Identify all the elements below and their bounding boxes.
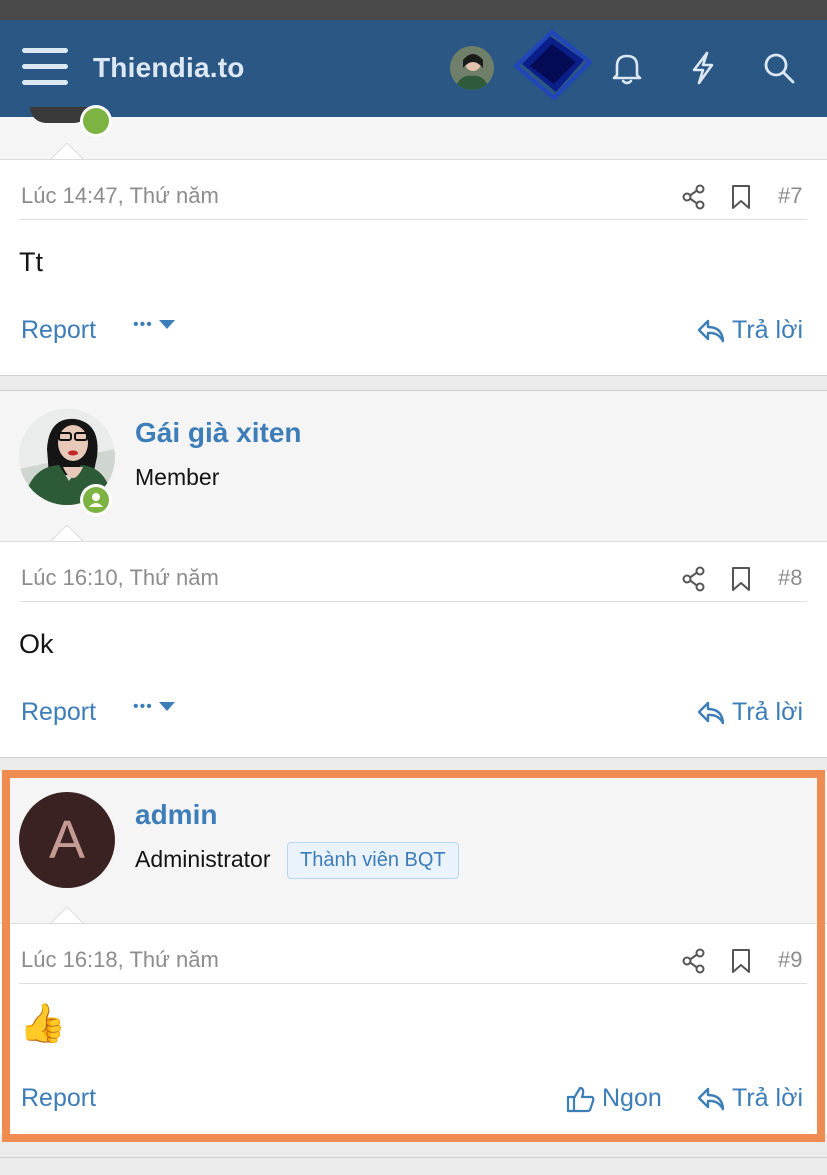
bookmark-icon[interactable] [727,183,755,211]
more-dots: ••• [133,316,153,333]
avatar-initial: A [48,810,86,870]
post-content: Tt [19,247,43,277]
share-icon[interactable] [680,947,708,975]
like-button[interactable]: Ngon [566,1084,662,1113]
reply-button[interactable]: Trả lời [696,698,803,727]
user-avatar[interactable] [450,46,494,90]
post-number[interactable]: #8 [778,565,802,591]
post-date[interactable]: Lúc 14:47, Thứ năm [21,183,219,209]
bookmark-icon[interactable] [727,565,755,593]
staff-badge: Thành viên BQT [287,842,459,879]
online-indicator [80,105,112,137]
post-date[interactable]: Lúc 16:18, Thứ năm [21,947,219,973]
bell-icon[interactable] [607,48,647,88]
chevron-down-icon [158,320,175,329]
post-content: Ok [19,629,54,659]
post-date[interactable]: Lúc 16:10, Thứ năm [21,565,219,591]
status-strip [0,0,827,20]
search-icon[interactable] [759,48,799,88]
username[interactable]: admin [135,799,217,831]
report-link[interactable]: Report [21,698,96,727]
censor-scribble [512,30,592,100]
reply-label: Trả lời [732,1084,804,1112]
more-menu-button[interactable]: ••• [133,316,175,334]
post-arrow [50,525,84,542]
site-logo[interactable]: Thiendia.to [93,52,245,84]
bolt-icon[interactable] [683,48,723,88]
chevron-down-icon [158,702,175,711]
report-link[interactable]: Report [21,1084,96,1113]
bookmark-icon[interactable] [727,947,755,975]
post-8-user-strip [0,390,827,542]
reply-icon [697,319,725,342]
menu-icon[interactable] [22,46,68,88]
share-icon[interactable] [680,565,708,593]
thumbs-up-icon [566,1086,595,1112]
reply-button[interactable]: Trả lời [696,316,803,345]
reply-label: Trả lời [732,316,804,344]
thumbs-up-emoji: 👍 [19,1003,67,1045]
post-arrow [50,907,84,924]
post-arrow [50,143,84,160]
reply-button[interactable]: Trả lời [696,1084,803,1113]
share-icon[interactable] [680,183,708,211]
user-title: Member [135,464,220,490]
avatar[interactable]: A [19,792,115,888]
report-link[interactable]: Report [21,316,96,345]
reply-icon [697,701,725,724]
reply-icon [697,1087,725,1110]
post-number[interactable]: #7 [778,183,802,209]
user-title: Administrator [135,846,271,872]
post-number[interactable]: #9 [778,947,802,973]
more-dots: ••• [133,698,153,715]
reply-label: Trả lời [732,698,804,726]
like-label: Ngon [602,1084,662,1112]
online-indicator [80,484,112,516]
username[interactable]: Gái già xiten [135,417,302,449]
more-menu-button[interactable]: ••• [133,698,175,716]
post-7-user-strip [0,105,827,160]
